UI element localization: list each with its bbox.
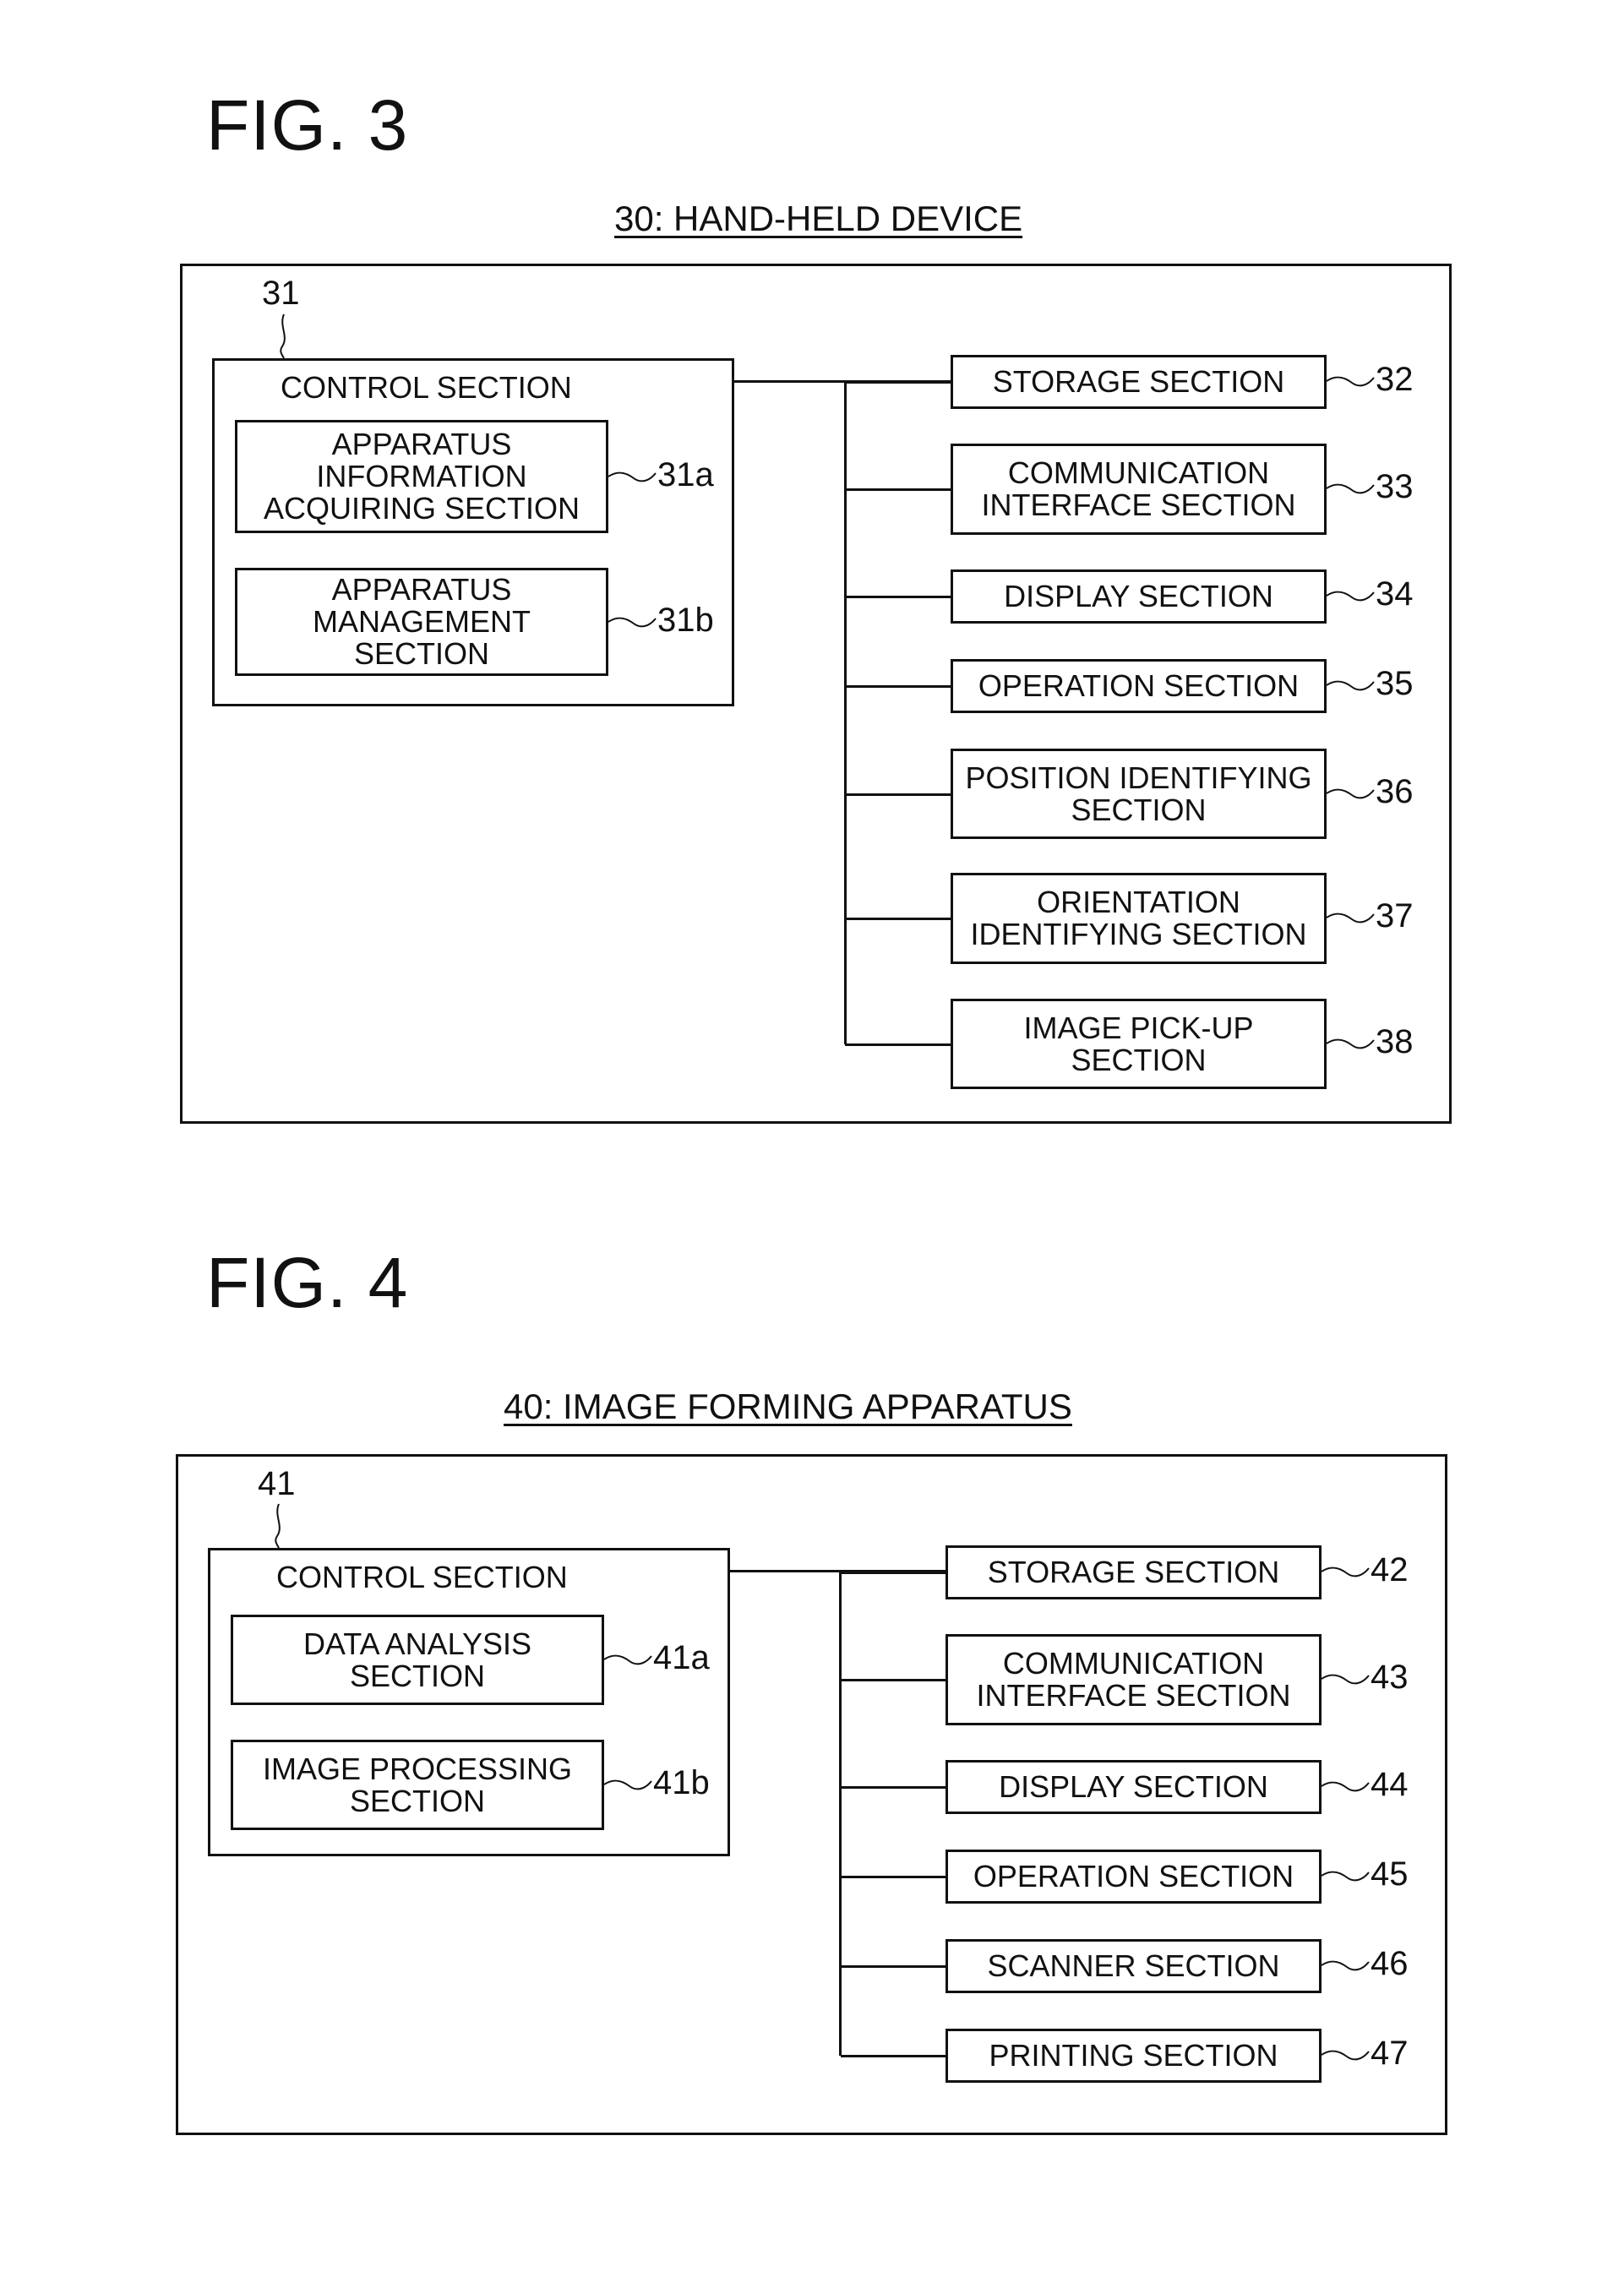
fig4-leader-squiggle	[1321, 1781, 1370, 1792]
fig4-leader-squiggle	[1321, 1871, 1370, 1882]
fig3-control-leader	[280, 313, 286, 359]
fig4-leader-squiggle	[1321, 1674, 1370, 1685]
fig3-sub-31a: APPARATUS INFORMATION ACQUIRING SECTION	[235, 420, 608, 533]
fig3-section-block: OPERATION SECTION	[951, 659, 1327, 713]
fig3-leader-squiggle	[1326, 788, 1375, 798]
fig3-section-block: IMAGE PICK-UP SECTION	[951, 999, 1327, 1089]
fig3-section-block: ORIENTATION IDENTIFYING SECTION	[951, 873, 1327, 964]
fig3-section-block: POSITION IDENTIFYING SECTION	[951, 749, 1327, 839]
fig4-sub-leader-squiggle	[603, 1779, 652, 1790]
fig4-bus-connector	[841, 1679, 946, 1681]
fig3-sub-31b: APPARATUS MANAGEMENT SECTION	[235, 568, 608, 676]
fig4-section-block: DISPLAY SECTION	[946, 1760, 1322, 1814]
fig4-section-ref: 42	[1371, 1551, 1409, 1588]
fig4-bus-vertical	[839, 1570, 842, 2056]
fig3-section-ref: 38	[1376, 1022, 1414, 1060]
fig3-section-ref: 32	[1376, 361, 1414, 398]
fig3-section-ref: 34	[1376, 575, 1414, 613]
fig3-control-ref: 31	[262, 275, 300, 312]
fig3-section-block: DISPLAY SECTION	[951, 569, 1327, 624]
fig3-sub-ref: 31a	[657, 456, 714, 493]
fig3-section-ref: 33	[1376, 468, 1414, 505]
fig4-control-label: CONTROL SECTION	[276, 1560, 568, 1594]
fig3-bus-vertical	[844, 380, 847, 1044]
fig4-bus-connector	[841, 2055, 946, 2057]
fig4-sub-41a: DATA ANALYSIS SECTION	[231, 1615, 604, 1705]
fig4-section-ref: 43	[1371, 1659, 1409, 1696]
fig3-sub-leader-squiggle	[608, 617, 657, 628]
fig3-leader-squiggle	[1326, 591, 1375, 602]
fig4-control-ref: 41	[258, 1465, 296, 1502]
fig4-leader-squiggle	[1321, 1566, 1370, 1577]
fig3-title: 30: HAND-HELD DEVICE	[614, 199, 1023, 238]
fig3-bus-connector	[845, 596, 951, 598]
fig3-bus-connector	[845, 685, 951, 688]
fig4-leader-squiggle	[1321, 2050, 1370, 2061]
fig4-bus-connector	[841, 1965, 946, 1968]
fig4-leader-squiggle	[1321, 1960, 1370, 1971]
fig4-sub-41b: IMAGE PROCESSING SECTION	[231, 1740, 604, 1830]
fig3-bus-connector	[845, 918, 951, 920]
fig4-section-block: COMMUNICATION INTERFACE SECTION	[946, 1634, 1322, 1725]
fig3-bus-connector	[845, 793, 951, 796]
fig4-section-block: PRINTING SECTION	[946, 2029, 1322, 2083]
fig3-bus-connector	[845, 1043, 951, 1046]
fig4-sub-ref: 41a	[653, 1639, 710, 1676]
fig4-label: FIG. 4	[206, 1243, 409, 1322]
fig4-section-ref: 44	[1371, 1766, 1409, 1803]
fig3-leader-squiggle	[1326, 913, 1375, 924]
fig4-section-block: SCANNER SECTION	[946, 1939, 1322, 1993]
fig4-sub-ref: 41b	[653, 1764, 710, 1801]
fig3-sub-ref: 31b	[657, 602, 714, 639]
fig3-leader-squiggle	[1326, 483, 1375, 494]
fig4-section-block: OPERATION SECTION	[946, 1850, 1322, 1904]
fig4-title: 40: IMAGE FORMING APPARATUS	[504, 1387, 1072, 1426]
fig3-control-label: CONTROL SECTION	[281, 370, 572, 405]
fig3-bus-connector	[845, 381, 951, 384]
fig3-section-ref: 37	[1376, 897, 1414, 934]
fig4-bus-connector	[841, 1876, 946, 1878]
fig4-section-ref: 45	[1371, 1855, 1409, 1893]
fig3-section-block: COMMUNICATION INTERFACE SECTION	[951, 444, 1327, 535]
fig3-leader-squiggle	[1326, 376, 1375, 387]
fig3-sub-leader-squiggle	[608, 471, 657, 482]
fig4-section-ref: 47	[1371, 2035, 1409, 2072]
fig3-section-block: STORAGE SECTION	[951, 355, 1327, 409]
fig4-bus-connector	[841, 1572, 946, 1574]
fig3-label: FIG. 3	[206, 85, 409, 165]
fig3-section-ref: 36	[1376, 772, 1414, 810]
fig4-control-leader	[275, 1503, 281, 1549]
fig4-bus-connector	[841, 1786, 946, 1789]
fig3-leader-squiggle	[1326, 680, 1375, 691]
fig3-leader-squiggle	[1326, 1038, 1375, 1049]
fig4-section-block: STORAGE SECTION	[946, 1545, 1322, 1599]
fig4-sub-leader-squiggle	[603, 1654, 652, 1665]
fig3-bus-connector	[845, 488, 951, 491]
fig4-section-ref: 46	[1371, 1945, 1409, 1982]
fig3-section-ref: 35	[1376, 665, 1414, 702]
